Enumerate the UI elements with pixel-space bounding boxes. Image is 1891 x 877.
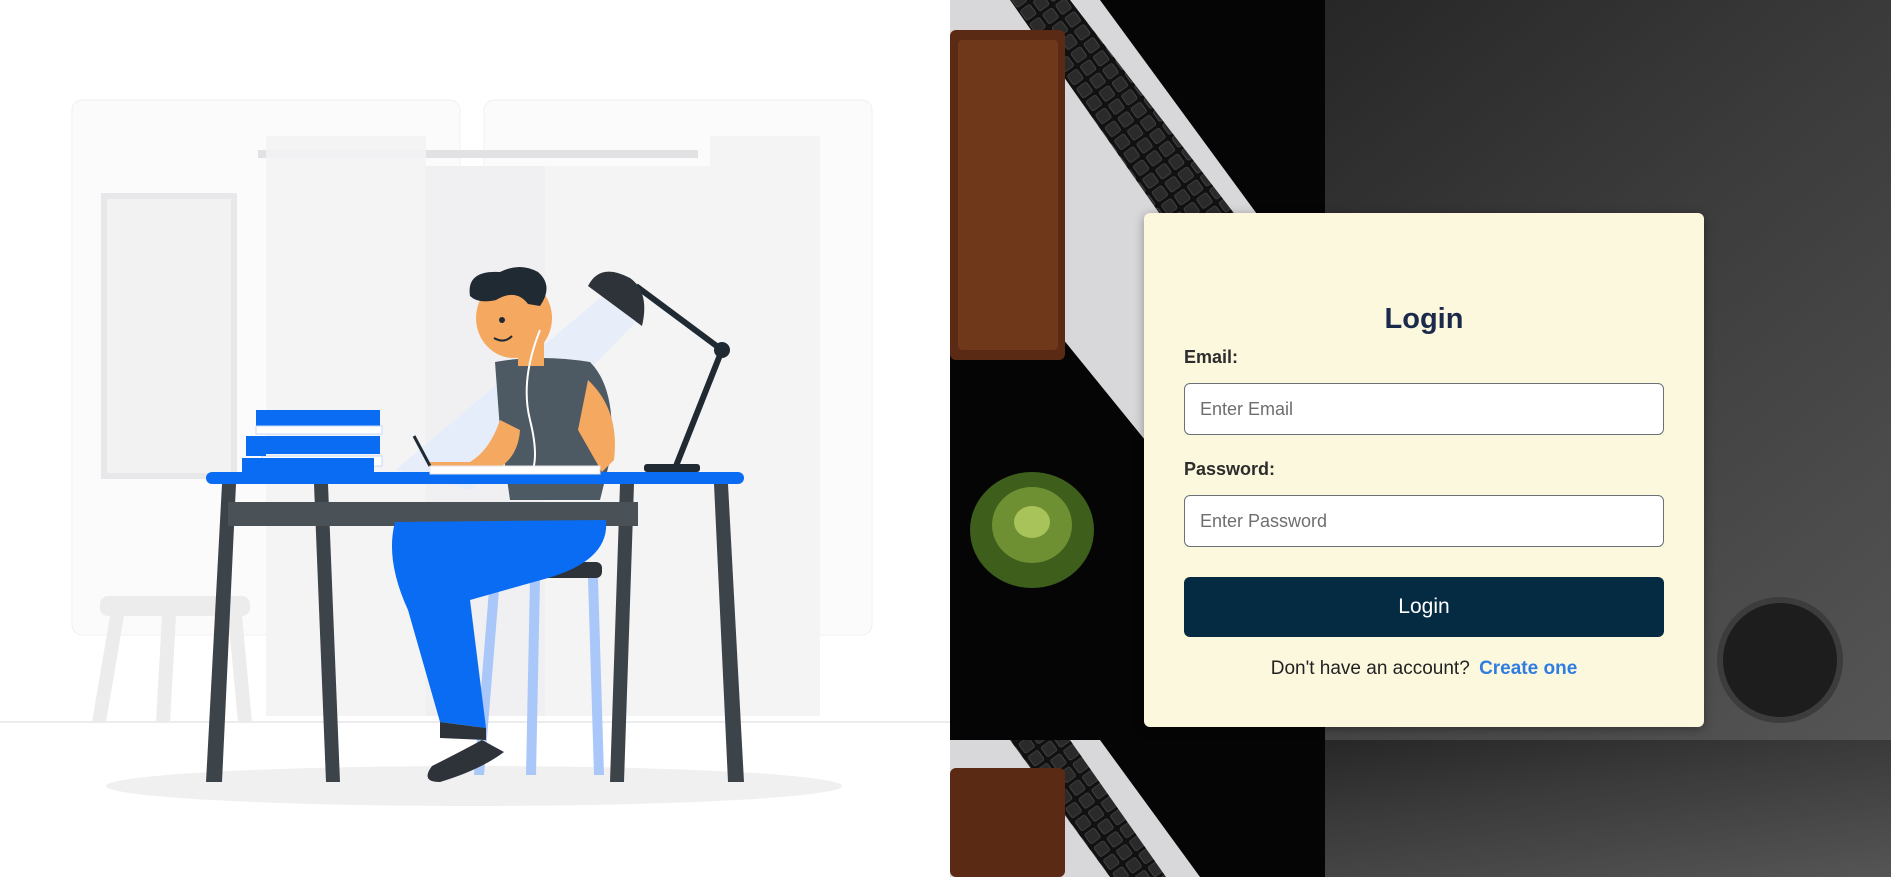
signup-row: Don't have an account? Create one	[1144, 658, 1704, 680]
email-label: Email:	[1184, 347, 1239, 367]
login-title: Login	[1384, 303, 1464, 335]
create-account-link[interactable]: Create one	[1479, 658, 1577, 679]
password-input[interactable]	[1184, 495, 1664, 547]
login-button[interactable]: Login	[1184, 577, 1664, 637]
studying-illustration	[0, 99, 950, 806]
illustration-panel	[0, 0, 950, 877]
login-card: Login Email: Password: Login Don't have …	[1144, 213, 1704, 727]
email-input[interactable]	[1184, 383, 1664, 435]
signup-prompt: Don't have an account?	[1270, 658, 1470, 679]
password-label: Password:	[1184, 459, 1276, 479]
